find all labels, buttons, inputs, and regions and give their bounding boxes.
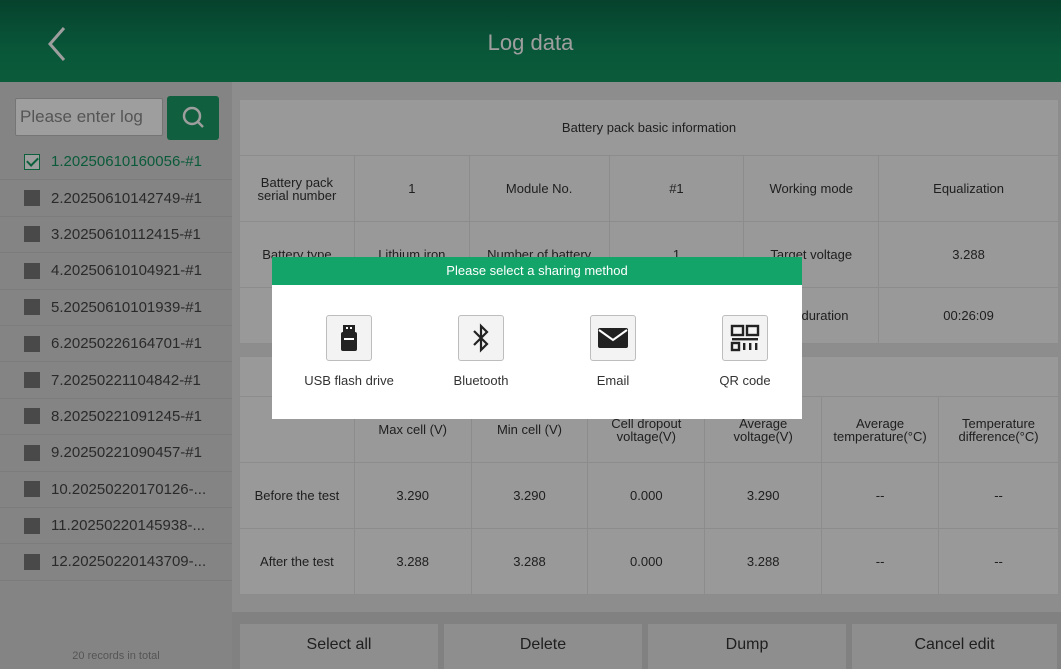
qr-code-icon bbox=[722, 315, 768, 361]
option-label: Bluetooth bbox=[453, 373, 509, 388]
usb-drive-icon bbox=[326, 315, 372, 361]
share-usb-option[interactable]: USB flash drive bbox=[294, 315, 404, 388]
share-email-option[interactable]: Email bbox=[558, 315, 668, 388]
option-label: QR code bbox=[719, 373, 771, 388]
bluetooth-icon bbox=[458, 315, 504, 361]
share-qr-option[interactable]: QR code bbox=[690, 315, 800, 388]
option-label: Email bbox=[596, 373, 630, 388]
dialog-title: Please select a sharing method bbox=[272, 257, 802, 285]
email-icon bbox=[590, 315, 636, 361]
share-dialog: Please select a sharing method USB flash… bbox=[272, 257, 802, 419]
option-label: USB flash drive bbox=[304, 373, 394, 388]
share-bluetooth-option[interactable]: Bluetooth bbox=[426, 315, 536, 388]
